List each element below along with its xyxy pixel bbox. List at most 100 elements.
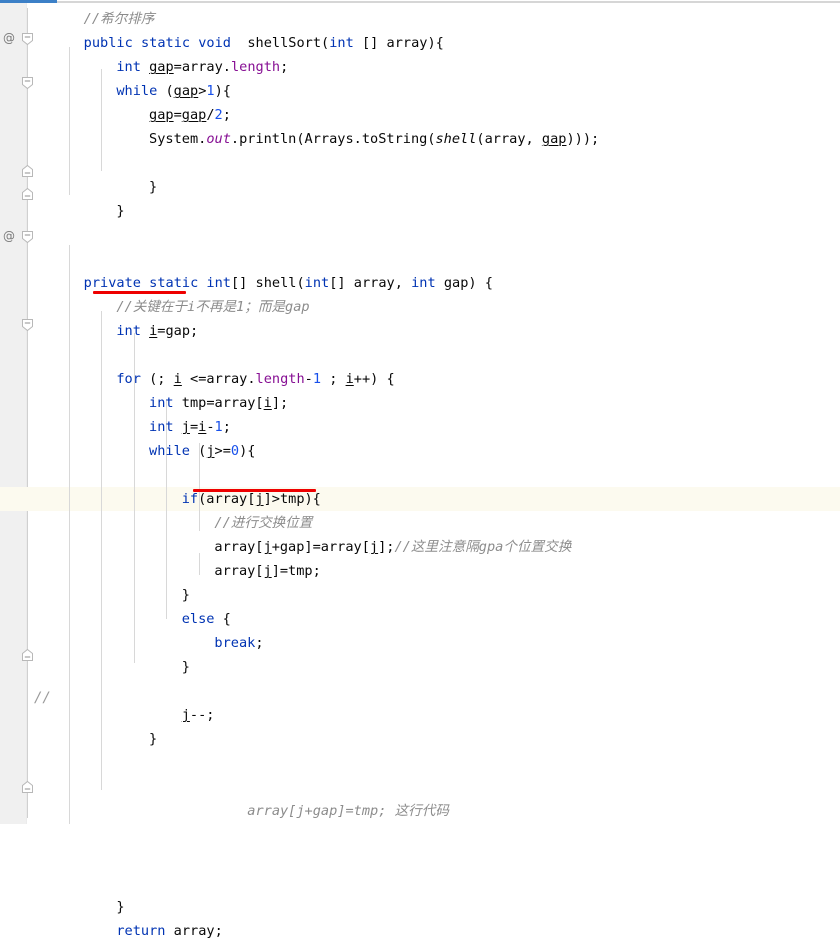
code-token: array; (165, 923, 223, 939)
code-token: ]; (271, 395, 289, 411)
code-line[interactable]: gap=gap/2; (51, 103, 840, 127)
code-line[interactable]: //关键在于i不再是1；而是gap (51, 295, 840, 319)
code-line[interactable]: public static void shellSort(int [] arra… (51, 31, 840, 55)
code-token: - (206, 419, 215, 435)
code-token: j (263, 563, 272, 579)
code-line[interactable]: //希尔排序 (51, 7, 840, 31)
code-token: +gap]=array[ (271, 539, 370, 555)
code-token: } (116, 899, 125, 915)
underline-array-swap (193, 489, 316, 492)
code-token: ; (222, 107, 231, 123)
code-token: ]>tmp){ (263, 491, 321, 507)
code-token: array[j+gap]=tmp; 这行代码 (132, 803, 449, 819)
fold-collapse-end-icon[interactable] (22, 165, 33, 177)
code-line[interactable]: } (51, 895, 840, 919)
code-line[interactable] (51, 247, 840, 271)
code-token: int (304, 275, 330, 291)
code-line[interactable]: j--; (51, 703, 840, 727)
code-token: j (263, 539, 272, 555)
code-token: //关键在于i不再是1；而是gap (116, 299, 310, 315)
fold-collapse-start-icon[interactable] (22, 231, 33, 243)
code-line[interactable] (51, 343, 840, 367)
code-line[interactable] (51, 463, 840, 487)
code-token: 1 (206, 83, 215, 99)
code-text-area[interactable]: //希尔排序 public static void shellSort(int [… (0, 3, 840, 939)
code-line[interactable]: int i=gap; (51, 319, 840, 343)
code-token: } (149, 731, 158, 747)
fold-collapse-start-icon[interactable] (22, 319, 33, 331)
code-line[interactable]: array[j+gap]=array[j];//这里注意隔gpa个位置交换 (51, 535, 840, 559)
code-token: length (255, 371, 305, 387)
code-token: { (214, 611, 231, 627)
code-line[interactable] (51, 775, 840, 799)
code-token: i (173, 371, 182, 387)
underline-int-i-gap (93, 291, 186, 294)
code-line[interactable]: array[j+gap]=tmp; 这行代码 (51, 799, 840, 823)
code-line[interactable]: array[j]=tmp; (51, 559, 840, 583)
code-token: int (329, 35, 354, 51)
code-line[interactable]: for (; i <=array.length-1 ; i++) { (51, 367, 840, 391)
code-token: / (206, 107, 215, 123)
code-token: gap (541, 131, 567, 147)
override-marker-icon[interactable]: @ (2, 30, 16, 46)
code-line[interactable]: //进行交换位置 (51, 511, 840, 535)
code-line[interactable] (51, 751, 840, 775)
code-line[interactable]: int tmp=array[i]; (51, 391, 840, 415)
code-token: else (181, 611, 215, 627)
code-token: break (214, 635, 256, 651)
code-line[interactable]: else { (51, 607, 840, 631)
code-token: return (116, 923, 166, 939)
code-line[interactable] (51, 223, 840, 247)
code-line[interactable]: if(array[j]>tmp){ (51, 487, 840, 511)
code-token: ( (157, 83, 174, 99)
ide-code-editor: @ @ // //希尔排序 public static void shellSort… (0, 0, 840, 939)
code-token: - (304, 371, 313, 387)
code-line[interactable] (51, 871, 840, 895)
code-token: } (181, 587, 190, 603)
code-line[interactable]: int j=i-1; (51, 415, 840, 439)
code-line[interactable]: } (51, 727, 840, 751)
code-line[interactable] (51, 847, 840, 871)
collapsed-comment-marker[interactable]: // (34, 690, 51, 706)
fold-collapse-end-icon[interactable] (22, 649, 33, 661)
code-line[interactable]: break; (51, 631, 840, 655)
code-token: int (116, 323, 141, 339)
editor-gutter[interactable] (0, 3, 26, 824)
code-token: 1 (214, 419, 223, 435)
code-token: out (206, 131, 231, 147)
code-token: gap) { (435, 275, 493, 291)
override-marker-icon[interactable]: @ (2, 228, 16, 244)
code-line[interactable]: System.out.println(Arrays.toString(shell… (51, 127, 840, 151)
code-token: ; (255, 635, 264, 651)
fold-collapse-start-icon[interactable] (22, 33, 33, 45)
code-line[interactable] (51, 823, 840, 847)
code-token: ){ (214, 83, 231, 99)
code-line[interactable]: } (51, 175, 840, 199)
code-token: private static int (83, 275, 231, 291)
code-token: shell (435, 131, 477, 147)
code-token: shellSort( (231, 35, 330, 51)
fold-collapse-end-icon[interactable] (22, 188, 33, 200)
code-token: ++) { (353, 371, 395, 387)
code-line[interactable]: } (51, 583, 840, 607)
code-line[interactable]: } (51, 655, 840, 679)
code-token: int (149, 395, 174, 411)
fold-collapse-end-icon[interactable] (22, 781, 33, 793)
fold-collapse-start-icon[interactable] (22, 77, 33, 89)
code-token: j (206, 443, 215, 459)
code-token: ; (280, 59, 289, 75)
fold-rail-line (27, 8, 28, 818)
code-line[interactable]: } (51, 199, 840, 223)
code-token: //进行交换位置 (214, 515, 313, 531)
code-line[interactable]: return array; (51, 919, 840, 943)
code-line[interactable] (51, 151, 840, 175)
code-token: int (116, 59, 141, 75)
code-token: ; (222, 419, 231, 435)
code-token: ]; (378, 539, 395, 555)
code-line[interactable] (51, 679, 840, 703)
code-token: 0 (230, 443, 240, 459)
code-line[interactable]: while (gap>1){ (51, 79, 840, 103)
code-line[interactable]: while (j>=0){ (51, 439, 840, 463)
code-line[interactable]: int gap=array.length; (51, 55, 840, 79)
